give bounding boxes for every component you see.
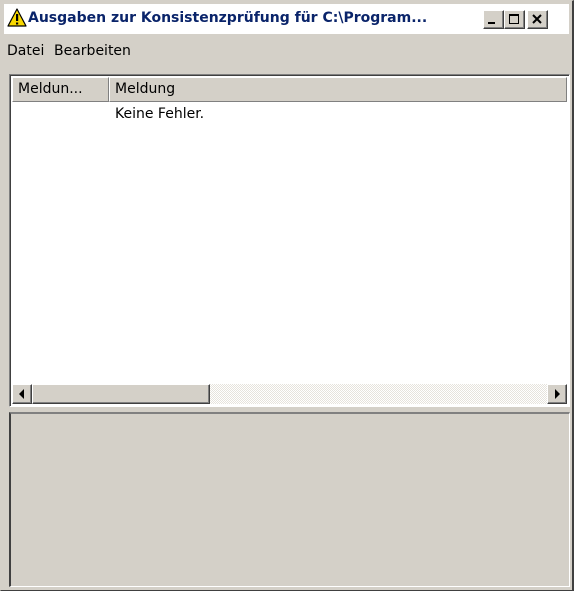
list-item[interactable]: Keine Fehler. — [12, 104, 567, 126]
cell-message: Keine Fehler. — [115, 106, 205, 122]
minimize-icon — [488, 22, 495, 24]
scroll-right-button[interactable] — [547, 384, 567, 404]
arrow-right-icon — [555, 389, 560, 399]
close-button[interactable] — [527, 10, 548, 29]
warning-icon — [7, 8, 27, 28]
consistency-check-window: Ausgaben zur Konsistenzprüfung für C:\Pr… — [0, 0, 574, 591]
menu-bearbeiten[interactable]: Bearbeiten — [54, 42, 131, 60]
maximize-icon — [509, 14, 519, 24]
window-title: Ausgaben zur Konsistenzprüfung für C:\Pr… — [28, 10, 428, 26]
arrow-left-icon — [19, 389, 24, 399]
detail-pane — [9, 412, 570, 587]
scroll-thumb[interactable] — [32, 384, 210, 404]
scroll-left-button[interactable] — [12, 384, 32, 404]
close-icon — [532, 14, 542, 24]
message-list[interactable]: Meldun... Meldung Keine Fehler. — [9, 74, 570, 407]
menu-bar: Datei Bearbeiten — [4, 39, 569, 63]
column-header-message[interactable]: Meldung — [109, 77, 567, 102]
menu-datei[interactable]: Datei — [7, 42, 44, 60]
title-bar[interactable]: Ausgaben zur Konsistenzprüfung für C:\Pr… — [4, 4, 569, 34]
minimize-button[interactable] — [483, 10, 504, 29]
column-header-type[interactable]: Meldun... — [12, 77, 109, 102]
horizontal-scrollbar[interactable] — [12, 384, 567, 404]
maximize-button[interactable] — [504, 10, 525, 29]
